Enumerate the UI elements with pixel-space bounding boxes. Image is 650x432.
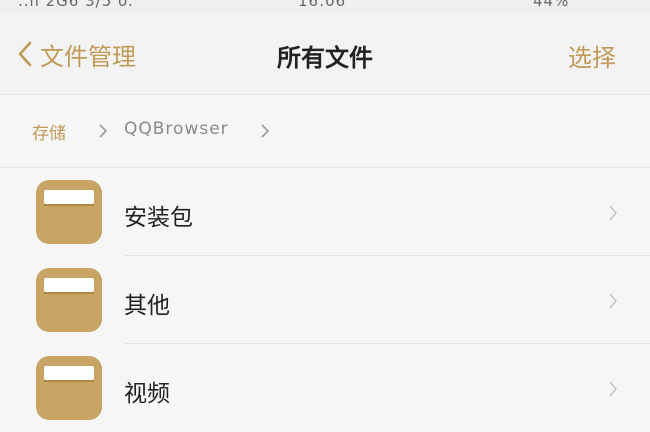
select-button[interactable]: 选择 bbox=[568, 38, 616, 73]
status-bar: ..ll 2G6 3/5 o. 16:06 44% bbox=[0, 0, 650, 14]
chevron-right-icon bbox=[609, 381, 618, 397]
breadcrumb-item-qqbrowser[interactable]: QQBrowser bbox=[124, 119, 229, 139]
chevron-right-icon bbox=[261, 124, 270, 138]
folder-icon bbox=[36, 180, 102, 244]
list-item-label: 视频 bbox=[124, 381, 170, 407]
battery-text: 44% bbox=[533, 0, 570, 10]
breadcrumb: 存储 QQBrowser bbox=[0, 95, 650, 168]
clock-text: 16:06 bbox=[298, 0, 347, 10]
chevron-right-icon bbox=[609, 205, 618, 221]
folder-icon bbox=[36, 268, 102, 332]
navigation-bar: 文件管理 所有文件 选择 bbox=[0, 14, 650, 95]
page-title: 所有文件 bbox=[277, 44, 373, 72]
list-item-other[interactable]: 其他 bbox=[0, 256, 650, 344]
chevron-right-icon bbox=[99, 124, 108, 138]
list-item-installers[interactable]: 安装包 bbox=[0, 168, 650, 256]
breadcrumb-item-storage[interactable]: 存储 bbox=[32, 119, 66, 144]
folder-icon bbox=[36, 356, 102, 420]
file-list: 安装包 其他 视频 bbox=[0, 168, 650, 432]
list-item-video[interactable]: 视频 bbox=[0, 344, 650, 432]
signal-carrier-text: ..ll 2G6 3/5 o. bbox=[18, 0, 134, 10]
list-item-label: 其他 bbox=[124, 293, 170, 319]
chevron-right-icon bbox=[609, 293, 618, 309]
list-item-label: 安装包 bbox=[124, 205, 193, 231]
